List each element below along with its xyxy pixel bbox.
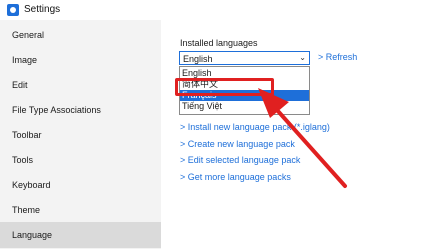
chevron-down-icon[interactable]: ⌄	[299, 52, 306, 64]
settings-app-icon	[7, 4, 19, 16]
sidebar-item-file-type-associations[interactable]: File Type Associations	[0, 97, 161, 123]
sidebar-item-keyboard[interactable]: Keyboard	[0, 172, 161, 198]
language-select[interactable]: English ⌄	[179, 51, 310, 65]
installed-languages-label: Installed languages	[180, 38, 258, 48]
sidebar-item-theme[interactable]: Theme	[0, 197, 161, 223]
language-option-vietnamese[interactable]: Tiếng Việt	[180, 101, 309, 112]
create-language-pack-link[interactable]: > Create new language pack	[180, 139, 295, 149]
sidebar-item-image[interactable]: Image	[0, 47, 161, 73]
sidebar-item-language[interactable]: Language	[0, 222, 161, 248]
sidebar-item-general[interactable]: General	[0, 22, 161, 48]
annotation-highlight-box	[175, 78, 274, 96]
title-bar: Settings	[0, 0, 432, 20]
install-language-pack-link[interactable]: > Install new language pack (*.iglang)	[180, 122, 330, 132]
edit-language-pack-link[interactable]: > Edit selected language pack	[180, 155, 300, 165]
sidebar-item-tools[interactable]: Tools	[0, 147, 161, 173]
window-title: Settings	[24, 4, 61, 15]
get-more-language-packs-link[interactable]: > Get more language packs	[180, 172, 291, 182]
sidebar-item-toolbar[interactable]: Toolbar	[0, 122, 161, 148]
sidebar: General Image Edit File Type Association…	[0, 20, 161, 249]
sidebar-item-edit[interactable]: Edit	[0, 72, 161, 98]
refresh-link[interactable]: > Refresh	[318, 52, 357, 62]
language-select-value: English	[183, 54, 213, 64]
